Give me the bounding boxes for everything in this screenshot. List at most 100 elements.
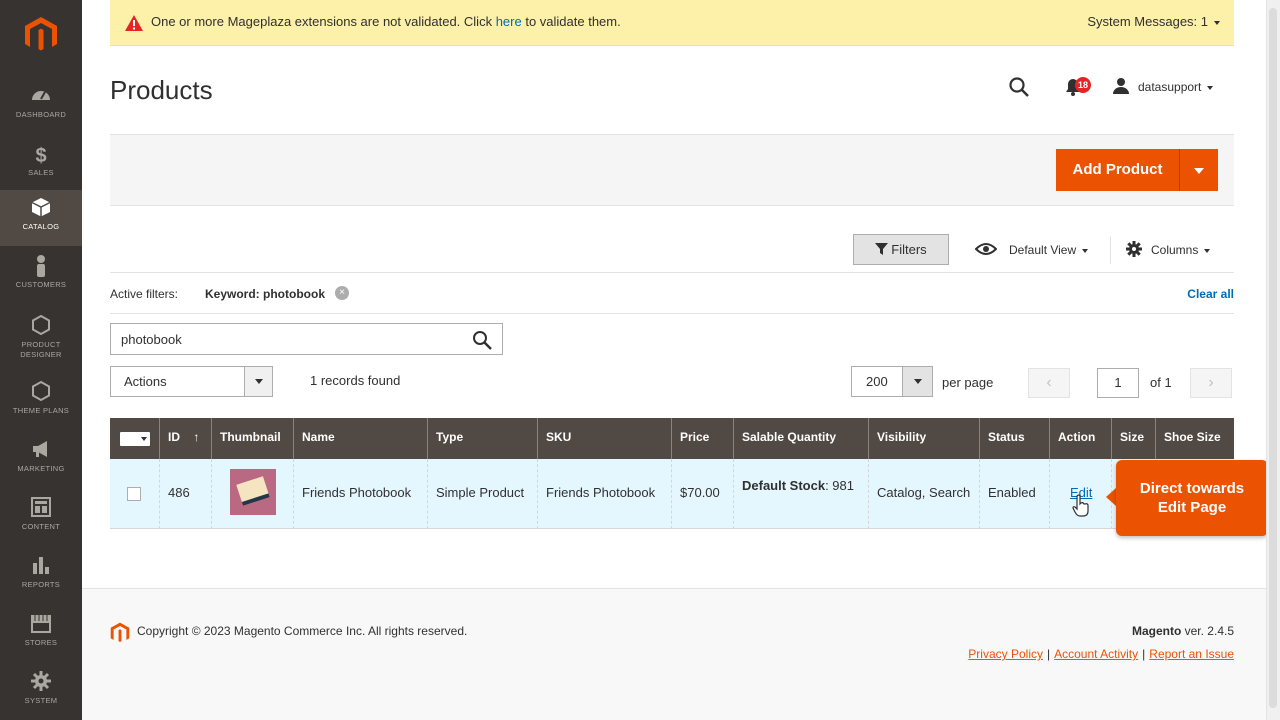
column-header-price[interactable]: Price — [672, 418, 734, 459]
copyright-text: Copyright © 2023 Magento Commerce Inc. A… — [137, 624, 468, 638]
annotation-tooltip: Direct towards Edit Page — [1116, 460, 1268, 536]
column-header-type[interactable]: Type — [428, 418, 538, 459]
cell-sku: Friends Photobook — [538, 459, 672, 529]
active-filter-chip: Keyword: photobook — [205, 287, 325, 301]
grid-header: ID ↑ Thumbnail Name Type SKU Price Salab… — [110, 418, 1234, 459]
footer-links: Privacy Policy | Account Activity | Report a… — [968, 647, 1234, 661]
sidebar-item-marketing[interactable]: Marketing — [0, 432, 82, 488]
chevron-down-icon — [1204, 248, 1211, 253]
records-found: 1 records found — [310, 373, 401, 388]
funnel-icon — [875, 243, 889, 255]
chevron-down-icon — [902, 367, 932, 396]
sidebar-item-stores[interactable]: Stores — [0, 606, 82, 662]
user-menu[interactable]: datasupport — [1138, 80, 1214, 94]
column-header-salable-quantity: Salable Quantity — [734, 418, 869, 459]
gear-icon[interactable] — [1126, 241, 1142, 257]
system-messages-toggle[interactable]: System Messages: 1 — [1087, 14, 1220, 29]
svg-text:$: $ — [35, 145, 46, 166]
column-header-thumbnail: Thumbnail — [212, 418, 294, 459]
report-issue-link[interactable]: Report an Issue — [1149, 647, 1234, 661]
remove-filter-icon[interactable]: × — [335, 286, 349, 300]
magento-logo[interactable] — [24, 16, 58, 54]
chevron-down-icon — [244, 367, 272, 396]
cell-type: Simple Product — [428, 459, 538, 529]
megaphone-icon — [0, 438, 82, 464]
keyword-search-input[interactable] — [111, 324, 461, 354]
column-header-size[interactable]: Size — [1112, 418, 1156, 459]
page-title: Products — [110, 75, 213, 105]
scrollbar-thumb[interactable] — [1269, 8, 1277, 708]
bar-chart-icon — [0, 554, 82, 580]
box-icon — [0, 196, 82, 222]
sidebar-item-system[interactable]: System — [0, 664, 82, 720]
sidebar-item-product-designer[interactable]: Product Designer — [0, 308, 82, 372]
columns-dropdown[interactable]: Columns — [1151, 243, 1211, 257]
mass-actions-select[interactable]: Actions — [110, 366, 273, 397]
sidebar-item-content[interactable]: Content — [0, 490, 82, 546]
previous-page-button[interactable]: ‹ — [1028, 368, 1070, 398]
chevron-down-icon — [1194, 168, 1204, 174]
filters-button[interactable]: Filters — [853, 234, 949, 265]
products-grid: ID ↑ Thumbnail Name Type SKU Price Salab… — [110, 418, 1234, 529]
column-header-name[interactable]: Name — [294, 418, 428, 459]
sidebar-item-dashboard[interactable]: Dashboard — [0, 78, 82, 134]
sidebar-item-reports[interactable]: Reports — [0, 548, 82, 604]
photobook-image — [236, 476, 270, 506]
search-icon[interactable] — [1008, 76, 1030, 98]
dashboard-icon — [0, 84, 82, 110]
select-all-column — [110, 418, 160, 459]
cell-thumbnail — [212, 459, 294, 529]
cell-name: Friends Photobook — [294, 459, 428, 529]
cell-visibility: Catalog, Search — [869, 459, 980, 529]
chevron-down-icon — [1214, 20, 1220, 25]
per-page-select[interactable]: 200 — [851, 366, 933, 397]
cell-status: Enabled — [980, 459, 1050, 529]
page-number-input[interactable]: 1 — [1097, 368, 1139, 398]
sidebar-item-customers[interactable]: Customers — [0, 248, 82, 304]
column-header-id[interactable]: ID ↑ — [160, 418, 212, 459]
page-scrollbar[interactable] — [1266, 0, 1280, 720]
eye-icon[interactable] — [975, 242, 997, 256]
default-view-dropdown[interactable]: Default View — [1009, 243, 1089, 257]
row-checkbox[interactable] — [127, 487, 141, 501]
dollar-icon: $ — [0, 142, 82, 168]
layout-icon — [0, 496, 82, 522]
notifications-badge[interactable]: 18 — [1075, 77, 1091, 93]
total-pages: of 1 — [1150, 375, 1172, 390]
user-icon[interactable] — [1112, 77, 1130, 95]
gear-icon — [0, 670, 82, 696]
mass-select-dropdown[interactable] — [120, 432, 150, 446]
sort-arrow-icon: ↑ — [193, 430, 200, 444]
account-activity-link[interactable]: Account Activity — [1054, 647, 1138, 661]
sidebar-item-sales[interactable]: $ Sales — [0, 136, 82, 192]
chevron-left-icon: ‹ — [1046, 374, 1052, 391]
sidebar-item-theme-plans[interactable]: Theme Plans — [0, 374, 82, 430]
next-page-button[interactable]: › — [1190, 368, 1232, 398]
column-header-status[interactable]: Status — [980, 418, 1050, 459]
privacy-policy-link[interactable]: Privacy Policy — [968, 647, 1043, 661]
page-footer: Copyright © 2023 Magento Commerce Inc. A… — [82, 588, 1266, 720]
sidebar-item-catalog[interactable]: Catalog — [0, 190, 82, 246]
system-message-text: One or more Mageplaza extensions are not… — [151, 14, 621, 29]
main-content: One or more Mageplaza extensions are not… — [82, 0, 1268, 720]
toolbar-divider — [1110, 236, 1111, 264]
keyword-search — [110, 323, 503, 355]
page-actions-bar: Add Product — [110, 134, 1234, 206]
product-thumbnail[interactable] — [230, 469, 276, 515]
column-header-visibility[interactable]: Visibility — [869, 418, 980, 459]
validate-link[interactable]: here — [496, 14, 522, 29]
version-text: Magento ver. 2.4.5 — [1131, 624, 1234, 638]
add-product-dropdown-toggle[interactable] — [1180, 149, 1218, 191]
column-header-action: Action — [1050, 418, 1112, 459]
row-select-cell — [110, 459, 160, 529]
warning-icon — [125, 15, 143, 31]
clear-all-link[interactable]: Clear all — [1187, 287, 1234, 301]
cell-salable-quantity: Default Stock: 981 — [734, 459, 869, 529]
chevron-right-icon: › — [1208, 374, 1214, 391]
column-header-shoe-size[interactable]: Shoe Size — [1156, 418, 1234, 459]
search-icon[interactable] — [472, 330, 492, 350]
column-header-sku[interactable]: SKU — [538, 418, 672, 459]
magento-logo — [110, 622, 130, 642]
add-product-button[interactable]: Add Product — [1056, 149, 1180, 191]
chevron-down-icon — [1207, 85, 1214, 90]
